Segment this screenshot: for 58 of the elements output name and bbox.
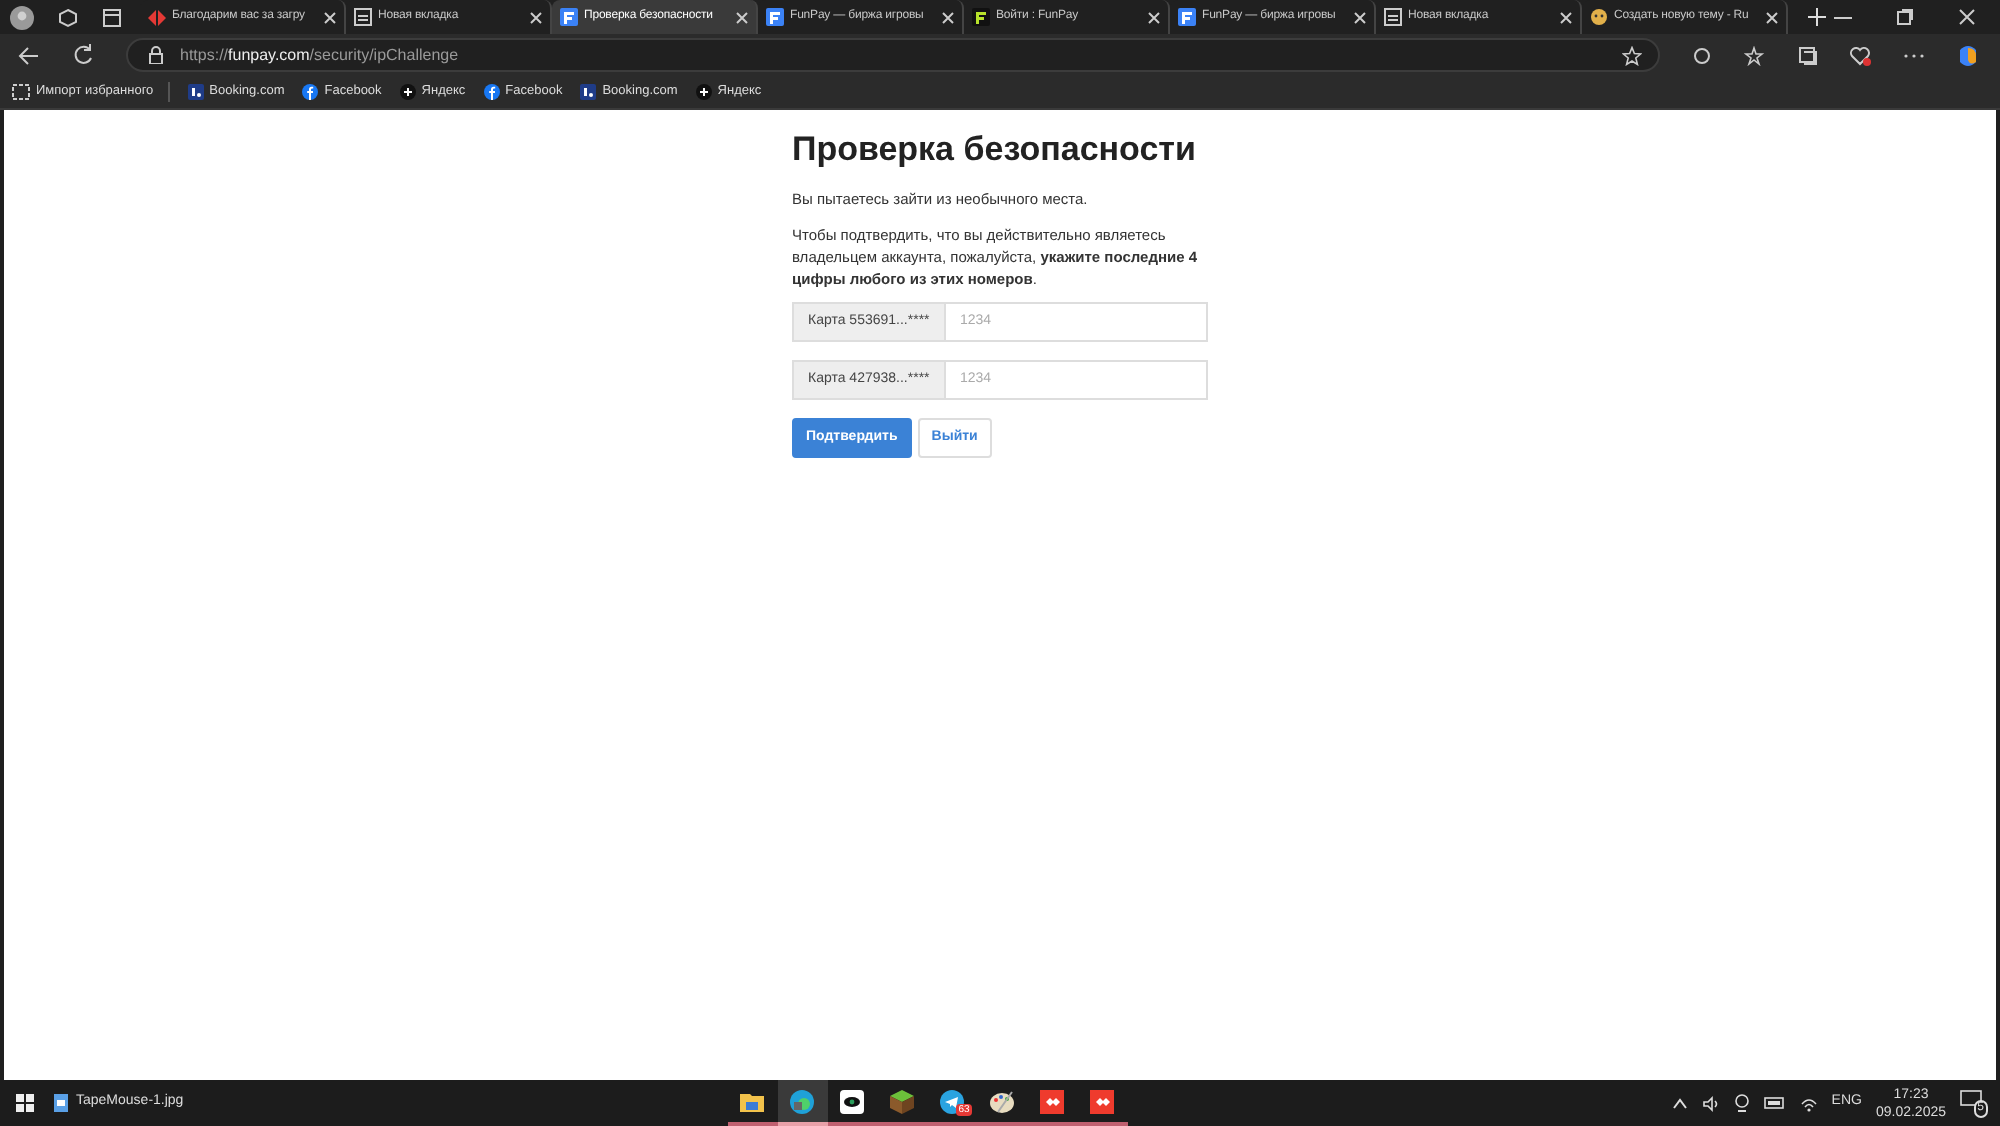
- heart-pulse-icon[interactable]: [1850, 45, 1872, 65]
- close-tab-icon[interactable]: [942, 11, 954, 23]
- close-icon[interactable]: [1958, 8, 1976, 26]
- page-icon: [354, 8, 372, 26]
- import-icon: [12, 84, 30, 100]
- funpay-logo-icon: [1178, 8, 1196, 26]
- diamond-app-icon: [1040, 1089, 1065, 1113]
- notification-icon[interactable]: [1960, 1089, 1983, 1109]
- page-title: Проверка безопасности: [792, 128, 1198, 172]
- smiley-icon: [1590, 8, 1608, 26]
- collections-icon[interactable]: [1798, 45, 1818, 65]
- arrows-icon: [148, 9, 166, 25]
- telegram-icon: [940, 1089, 965, 1113]
- close-tab-icon[interactable]: [530, 11, 542, 23]
- start-icon[interactable]: [16, 1094, 34, 1112]
- refresh-icon[interactable]: [72, 44, 94, 66]
- address-bar[interactable]: https://funpay.com/security/ipChallenge: [126, 38, 1660, 72]
- chevron-up-icon[interactable]: [1671, 1097, 1688, 1109]
- plus-icon: [399, 84, 416, 100]
- diamond-app-icon: [1090, 1089, 1115, 1113]
- tab-panel-icon[interactable]: [102, 7, 122, 27]
- lock-icon: [148, 46, 164, 64]
- booking-logo-icon: [187, 84, 204, 100]
- restore-icon[interactable]: [1896, 8, 1914, 26]
- close-tab-icon[interactable]: [736, 11, 748, 23]
- webcam-icon[interactable]: [1733, 1094, 1750, 1112]
- avatar-icon[interactable]: [10, 5, 34, 29]
- close-tab-icon[interactable]: [1560, 11, 1572, 23]
- funpay-logo-icon: [972, 8, 990, 26]
- edge-browser-icon: [790, 1089, 815, 1113]
- favorites-icon[interactable]: [1744, 45, 1766, 65]
- funpay-logo-icon: [766, 8, 784, 26]
- close-tab-icon[interactable]: [324, 11, 336, 23]
- extension-icon[interactable]: [1692, 45, 1712, 65]
- palette-icon: [990, 1089, 1015, 1113]
- close-tab-icon[interactable]: [1354, 11, 1366, 23]
- new-tab-icon[interactable]: [1808, 8, 1826, 26]
- plus-icon: [695, 84, 712, 100]
- battery-icon[interactable]: [1763, 1096, 1786, 1110]
- funpay-logo-icon: [560, 8, 578, 26]
- page-icon: [1384, 8, 1402, 26]
- facebook-logo-icon: [483, 84, 500, 100]
- eye-icon: [840, 1089, 865, 1113]
- favorite-star-icon[interactable]: [1622, 45, 1642, 65]
- file-icon[interactable]: [54, 1094, 68, 1112]
- back-icon[interactable]: [18, 45, 40, 65]
- close-tab-icon[interactable]: [1766, 11, 1778, 23]
- speaker-icon[interactable]: [1701, 1095, 1720, 1111]
- taskbar-app-button[interactable]: [777, 1080, 828, 1126]
- booking-logo-icon: [580, 84, 597, 100]
- facebook-logo-icon: [302, 84, 319, 100]
- url-text: https://funpay.com/security/ipChallenge: [180, 43, 459, 67]
- cube-icon[interactable]: [58, 7, 78, 27]
- close-tab-icon[interactable]: [1148, 11, 1160, 23]
- folder-icon: [740, 1091, 765, 1111]
- copilot-icon[interactable]: [1956, 43, 1980, 67]
- wifi-icon[interactable]: [1799, 1095, 1818, 1111]
- grass-block-icon: [890, 1089, 915, 1113]
